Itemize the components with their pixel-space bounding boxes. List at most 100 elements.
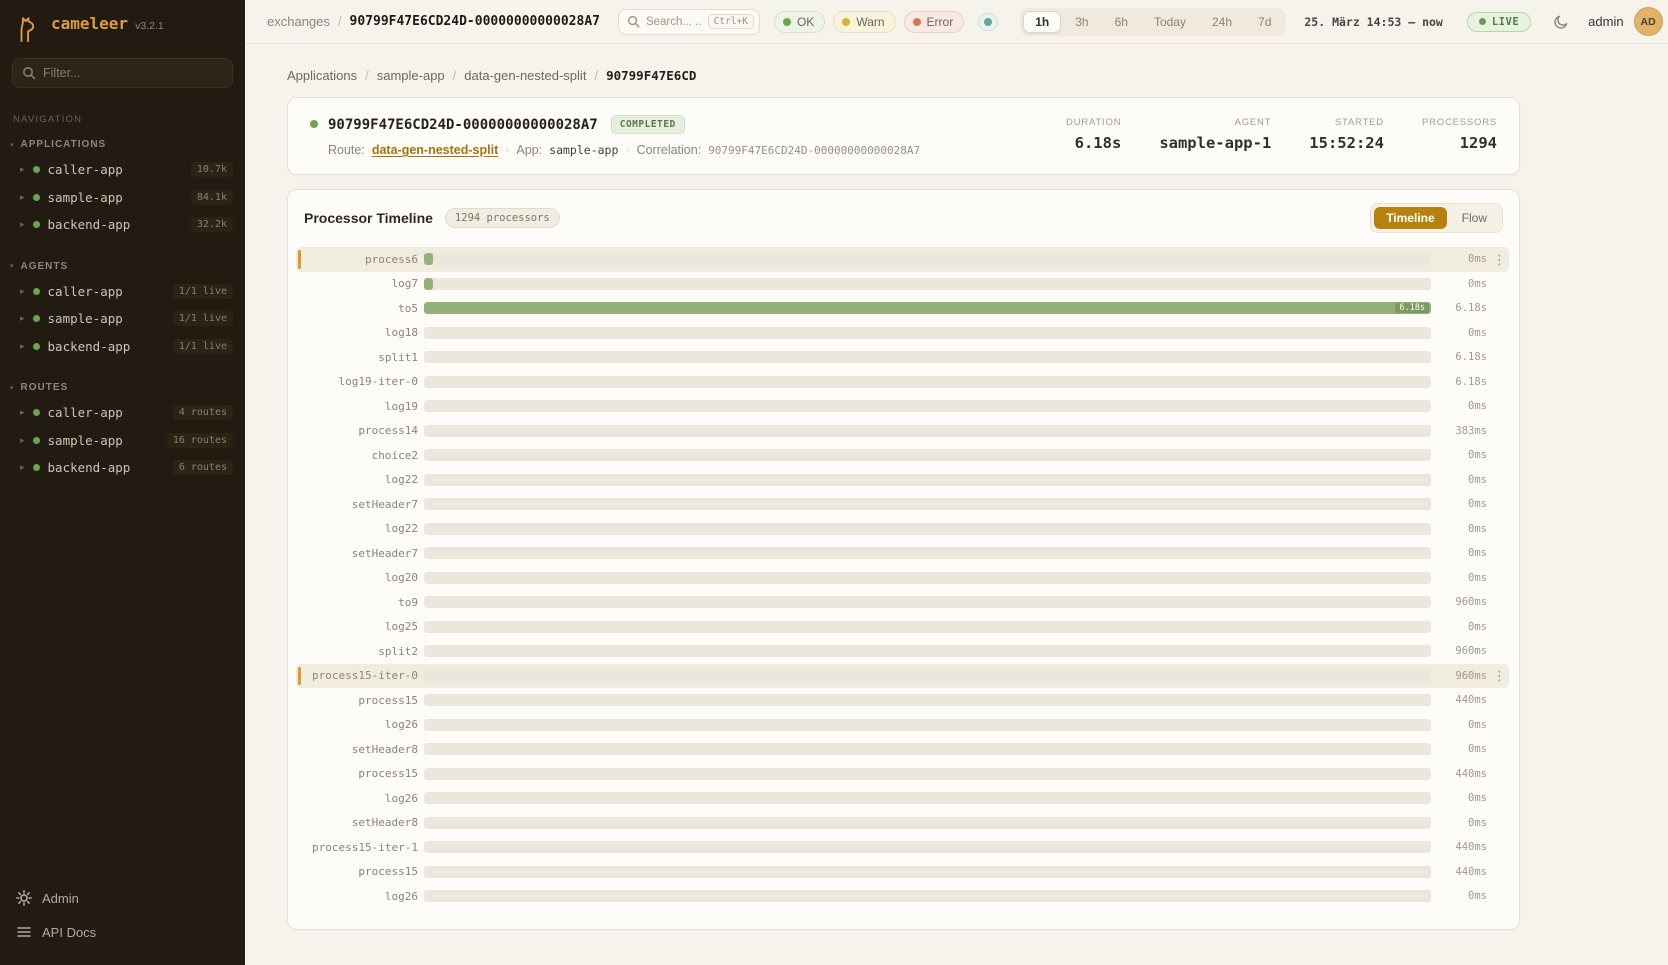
nav-item[interactable]: ▸ caller-app 4 routes (0, 399, 245, 427)
app-logo[interactable]: cameleer v3.2.1 (0, 14, 245, 58)
timeline-row[interactable]: setHeader7 0ms ⋮ (296, 492, 1509, 517)
status-dot (33, 194, 40, 201)
status-dot (33, 288, 40, 295)
processor-duration: 0ms (1437, 278, 1487, 290)
timeline-row[interactable]: process6 0ms ⋮ (296, 247, 1509, 272)
timeline-row[interactable]: process15 440ms ⋮ (296, 688, 1509, 713)
nav-item[interactable]: ▸ backend-app 32.2k (0, 211, 245, 239)
timeline-row[interactable]: log26 0ms ⋮ (296, 884, 1509, 909)
timeline-track (424, 694, 1431, 706)
timeline-row[interactable]: process15 440ms ⋮ (296, 762, 1509, 787)
sidebar-filter[interactable] (12, 58, 233, 88)
timeline-row[interactable]: to9 960ms ⋮ (296, 590, 1509, 615)
timeline-track (424, 792, 1431, 804)
timeline-row[interactable]: log22 0ms ⋮ (296, 468, 1509, 493)
status-filter-chip[interactable]: Error (904, 11, 965, 33)
stat-label: AGENT (1235, 117, 1272, 128)
timeline-row[interactable]: process15 440ms ⋮ (296, 860, 1509, 885)
timeline-row[interactable]: choice2 0ms ⋮ (296, 443, 1509, 468)
processor-name: setHeader7 (306, 547, 418, 560)
breadcrumb-separator: / (365, 68, 369, 83)
processor-name: log26 (306, 718, 418, 731)
nav-section-header[interactable]: ▾ APPLICATIONS (0, 135, 245, 156)
timeline-track (424, 449, 1431, 461)
sidebar-footer: Admin API Docs (0, 883, 245, 947)
timeline-row[interactable]: log19 0ms ⋮ (296, 394, 1509, 419)
nav-item[interactable]: ▸ sample-app 1/1 live (0, 305, 245, 333)
timeline-row[interactable]: setHeader8 0ms ⋮ (296, 737, 1509, 762)
timeline-header: Processor Timeline 1294 processors Timel… (288, 190, 1519, 243)
timeline-row[interactable]: log26 0ms ⋮ (296, 713, 1509, 738)
nav-item-badge: 32.2k (191, 217, 233, 232)
time-range-button[interactable]: 6h (1103, 11, 1140, 33)
nav-item[interactable]: ▸ caller-app 1/1 live (0, 278, 245, 306)
nav-section-items: ▸ caller-app 10.7k ▸ sample-app 84.1k ▸ … (0, 156, 245, 239)
timeline-track (424, 547, 1431, 559)
breadcrumb-separator: / (594, 68, 598, 83)
status-filter-chip[interactable]: Warn (833, 11, 895, 33)
sidebar-item-api-docs[interactable]: API Docs (6, 917, 239, 947)
dark-mode-toggle[interactable] (1553, 13, 1570, 30)
breadcrumb-applications[interactable]: Applications (287, 68, 357, 83)
timeline-rows: process6 0ms ⋮ log7 0ms ⋮ to5 6.18s 6.18… (288, 243, 1519, 917)
kebab-menu-icon[interactable]: ⋮ (1493, 253, 1505, 266)
nav-section-header[interactable]: ▾ ROUTES (0, 378, 245, 399)
content: Applications / sample-app / data-gen-nes… (245, 44, 1668, 965)
timeline-row[interactable]: log18 0ms ⋮ (296, 321, 1509, 346)
timeline-row[interactable]: process15-iter-1 440ms ⋮ (296, 835, 1509, 860)
timeline-row[interactable]: log22 0ms ⋮ (296, 517, 1509, 542)
extra-status-filter[interactable] (978, 13, 998, 31)
processor-duration: 0ms (1437, 523, 1487, 535)
nav-item[interactable]: ▸ backend-app 1/1 live (0, 333, 245, 361)
timeline-row[interactable]: log7 0ms ⋮ (296, 272, 1509, 297)
time-range-button[interactable]: 1h (1023, 11, 1061, 33)
nav-item[interactable]: ▸ sample-app 84.1k (0, 184, 245, 212)
filter-input[interactable] (43, 66, 223, 80)
nav-section-header[interactable]: ▾ AGENTS (0, 257, 245, 278)
nav-item-badge: 1/1 live (173, 339, 233, 354)
exchange-meta: Route: data-gen-nested-split · App: samp… (328, 143, 920, 157)
nav-item[interactable]: ▸ caller-app 10.7k (0, 156, 245, 184)
route-link[interactable]: data-gen-nested-split (372, 143, 498, 157)
time-range-button[interactable]: 7d (1246, 11, 1283, 33)
nav-item[interactable]: ▸ backend-app 6 routes (0, 454, 245, 482)
time-range-button[interactable]: 24h (1200, 11, 1244, 33)
processor-name: split2 (306, 645, 418, 658)
sidebar-item-admin[interactable]: Admin (6, 883, 239, 913)
timeline-view-button[interactable]: Timeline (1374, 207, 1446, 229)
time-range-button[interactable]: 3h (1063, 11, 1100, 33)
flow-view-button[interactable]: Flow (1450, 207, 1499, 229)
date-range-text[interactable]: 25. März 14:53 — now (1304, 15, 1442, 29)
status-filter-chip[interactable]: OK (774, 11, 825, 33)
kebab-menu-icon[interactable]: ⋮ (1493, 669, 1505, 682)
dot-separator: · (505, 143, 509, 157)
timeline-row[interactable]: setHeader7 0ms ⋮ (296, 541, 1509, 566)
timeline-row[interactable]: log25 0ms ⋮ (296, 615, 1509, 640)
nav-item-label: caller-app (48, 162, 123, 177)
stat-value: sample-app-1 (1159, 134, 1271, 152)
live-toggle[interactable]: LIVE (1467, 12, 1531, 32)
breadcrumb-route[interactable]: data-gen-nested-split (464, 68, 586, 83)
timeline-row[interactable]: log19-iter-0 6.18s ⋮ (296, 370, 1509, 395)
nav-item[interactable]: ▸ sample-app 16 routes (0, 427, 245, 455)
timeline-row[interactable]: log20 0ms ⋮ (296, 566, 1509, 591)
search-input[interactable] (646, 16, 702, 28)
breadcrumb-section-link[interactable]: exchanges (267, 14, 330, 29)
search-icon (627, 15, 640, 28)
timeline-row[interactable]: process14 383ms ⋮ (296, 419, 1509, 444)
time-range-button[interactable]: Today (1142, 11, 1198, 33)
timeline-row[interactable]: to5 6.18s 6.18s ⋮ (296, 296, 1509, 321)
processor-name: log26 (306, 792, 418, 805)
status-dot (33, 409, 40, 416)
timeline-row[interactable]: split1 6.18s ⋮ (296, 345, 1509, 370)
processor-name: log19 (306, 400, 418, 413)
nav-item-badge: 1/1 live (173, 284, 233, 299)
timeline-row[interactable]: split2 960ms ⋮ (296, 639, 1509, 664)
timeline-row[interactable]: process15-iter-0 960ms ⋮ (296, 664, 1509, 689)
timeline-row[interactable]: log26 0ms ⋮ (296, 786, 1509, 811)
search-box[interactable]: Ctrl+K (618, 9, 760, 35)
user-menu[interactable]: admin AD (1588, 7, 1662, 36)
chevron-right-icon: ▸ (20, 164, 25, 175)
timeline-row[interactable]: setHeader8 0ms ⋮ (296, 811, 1509, 836)
breadcrumb-sample-app[interactable]: sample-app (377, 68, 445, 83)
